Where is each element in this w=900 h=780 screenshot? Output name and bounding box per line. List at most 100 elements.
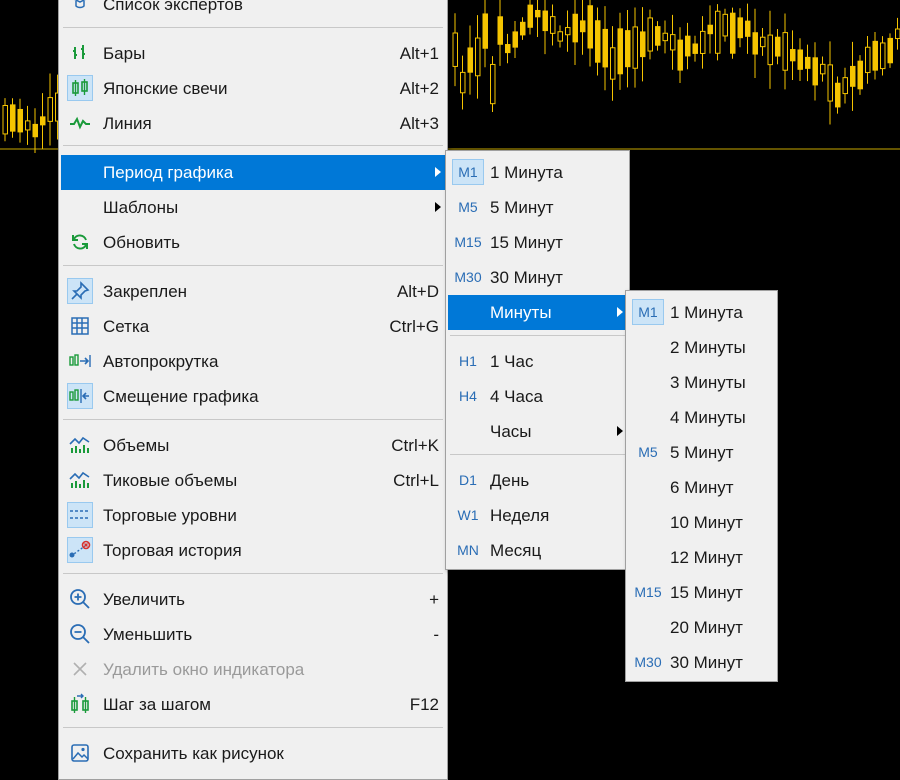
candle-body xyxy=(461,72,466,92)
period-item-m15[interactable]: M15 15 Минут xyxy=(448,225,627,260)
menu-item-delete-indicator-window[interactable]: Удалить окно индикатора xyxy=(61,652,445,687)
save-picture-icon xyxy=(67,740,93,766)
candle-body xyxy=(491,64,496,103)
period-item-m30[interactable]: M30 30 Минут xyxy=(448,260,627,295)
period-item-m5[interactable]: M5 5 Минут xyxy=(448,190,627,225)
menu-item-label: Месяц xyxy=(490,541,541,561)
menu-item-chart-period[interactable]: Период графика xyxy=(61,155,445,190)
menu-item-zoom-in[interactable]: Увеличить + xyxy=(61,582,445,617)
refresh-icon xyxy=(67,229,93,255)
candle-body xyxy=(26,121,31,130)
menu-item-label: Объемы xyxy=(103,436,169,456)
menu-item-label: Сетка xyxy=(103,317,149,337)
menu-item-expert-list[interactable]: Список экспертов xyxy=(61,0,445,22)
candle-body xyxy=(453,33,458,66)
menu-separator xyxy=(63,145,443,146)
menu-item-label: Тиковые объемы xyxy=(103,471,237,491)
menu-item-pinned[interactable]: Закреплен Alt+D xyxy=(61,274,445,309)
minutes-item-2[interactable]: 2 Минуты xyxy=(628,330,775,365)
candle-body xyxy=(468,48,473,72)
minutes-item-10[interactable]: 10 Минут xyxy=(628,505,775,540)
timeframe-badge: M15 xyxy=(452,229,484,255)
tick-volumes-icon xyxy=(67,467,93,493)
menu-item-zoom-out[interactable]: Уменьшить - xyxy=(61,617,445,652)
candle-body xyxy=(828,65,833,101)
menu-item-label: 2 Минуты xyxy=(670,338,746,358)
minutes-item-20[interactable]: 20 Минут xyxy=(628,610,775,645)
menu-item-label: Торговые уровни xyxy=(103,506,237,526)
menu-item-label: Обновить xyxy=(103,233,180,253)
period-item-m1[interactable]: M1 1 Минута xyxy=(448,155,627,190)
timeframe-badge: M1 xyxy=(452,159,484,185)
minutes-item-1[interactable]: M1 1 Минута xyxy=(628,295,775,330)
timeframe-badge: W1 xyxy=(452,502,484,528)
period-item-d1[interactable]: D1 День xyxy=(448,463,627,498)
menu-item-refresh[interactable]: Обновить xyxy=(61,225,445,260)
menu-item-label: 15 Минут xyxy=(670,583,743,603)
shortcut-label: Alt+2 xyxy=(400,79,439,99)
menu-item-line[interactable]: Линия Alt+3 xyxy=(61,106,445,141)
candle-body xyxy=(611,48,616,79)
period-item-h1[interactable]: H1 1 Час xyxy=(448,344,627,379)
menu-item-label: Японские свечи xyxy=(103,79,228,99)
minutes-item-5[interactable]: M5 5 Минут xyxy=(628,435,775,470)
candle-body xyxy=(476,38,481,76)
candle-body xyxy=(783,33,788,71)
menu-item-templates[interactable]: Шаблоны xyxy=(61,190,445,225)
minutes-item-3[interactable]: 3 Минуты xyxy=(628,365,775,400)
shortcut-label: Alt+3 xyxy=(400,114,439,134)
menu-item-autoscroll[interactable]: Автопрокрутка xyxy=(61,344,445,379)
pin-icon xyxy=(67,278,93,304)
period-item-mn[interactable]: MN Месяц xyxy=(448,533,627,568)
candle-body xyxy=(746,21,751,36)
period-item-w1[interactable]: W1 Неделя xyxy=(448,498,627,533)
menu-separator xyxy=(63,27,443,28)
candle-body xyxy=(708,25,713,33)
menu-item-label: 20 Минут xyxy=(670,618,743,638)
period-item-h4[interactable]: H4 4 Часа xyxy=(448,379,627,414)
bars-icon xyxy=(67,40,93,66)
minutes-submenu: M1 1 Минута 2 Минуты 3 Минуты 4 Минуты M… xyxy=(625,290,778,682)
menu-item-tick-volumes[interactable]: Тиковые объемы Ctrl+L xyxy=(61,463,445,498)
candle-body xyxy=(791,50,796,61)
menu-separator xyxy=(63,419,443,420)
candle-body xyxy=(558,32,563,41)
menu-item-step-by-step[interactable]: Шаг за шагом F12 xyxy=(61,687,445,722)
timeframe-badge: M30 xyxy=(452,264,484,290)
candle-body xyxy=(686,36,691,56)
shortcut-label: Alt+D xyxy=(397,282,439,302)
menu-item-trade-history[interactable]: Торговая история xyxy=(61,533,445,568)
menu-item-label: Уменьшить xyxy=(103,625,192,645)
candle-body xyxy=(851,66,856,86)
shortcut-label: Ctrl+L xyxy=(393,471,439,491)
menu-item-grid[interactable]: Сетка Ctrl+G xyxy=(61,309,445,344)
menu-item-bars[interactable]: Бары Alt+1 xyxy=(61,36,445,71)
minutes-item-6[interactable]: 6 Минут xyxy=(628,470,775,505)
candle-body xyxy=(528,5,533,27)
chart-period-submenu: M1 1 Минута M5 5 Минут M15 15 Минут M30 … xyxy=(445,150,630,570)
menu-item-volumes[interactable]: Объемы Ctrl+K xyxy=(61,428,445,463)
period-item-minutes[interactable]: Минуты xyxy=(448,295,627,330)
candle-body xyxy=(693,44,698,53)
menu-item-candlesticks[interactable]: Японские свечи Alt+2 xyxy=(61,71,445,106)
menu-item-label: 5 Минут xyxy=(490,198,554,218)
candle-body xyxy=(806,57,811,68)
minutes-item-12[interactable]: 12 Минут xyxy=(628,540,775,575)
menu-item-label: 12 Минут xyxy=(670,548,743,568)
candle-body xyxy=(866,47,871,72)
menu-item-label: Список экспертов xyxy=(103,0,243,15)
minutes-item-15[interactable]: M15 15 Минут xyxy=(628,575,775,610)
candle-body xyxy=(506,45,511,53)
candle-body xyxy=(581,21,586,32)
candle-body xyxy=(798,50,803,69)
menu-item-trade-levels[interactable]: Торговые уровни xyxy=(61,498,445,533)
minutes-item-4[interactable]: 4 Минуты xyxy=(628,400,775,435)
timeframe-badge: M30 xyxy=(632,649,664,675)
candle-body xyxy=(18,109,23,131)
period-item-hours[interactable]: Часы xyxy=(448,414,627,449)
menu-item-label: 10 Минут xyxy=(670,513,743,533)
candle-body xyxy=(761,37,766,46)
menu-item-chart-shift[interactable]: Смещение графика xyxy=(61,379,445,414)
submenu-arrow-icon xyxy=(617,426,623,436)
minutes-item-30[interactable]: M30 30 Минут xyxy=(628,645,775,680)
